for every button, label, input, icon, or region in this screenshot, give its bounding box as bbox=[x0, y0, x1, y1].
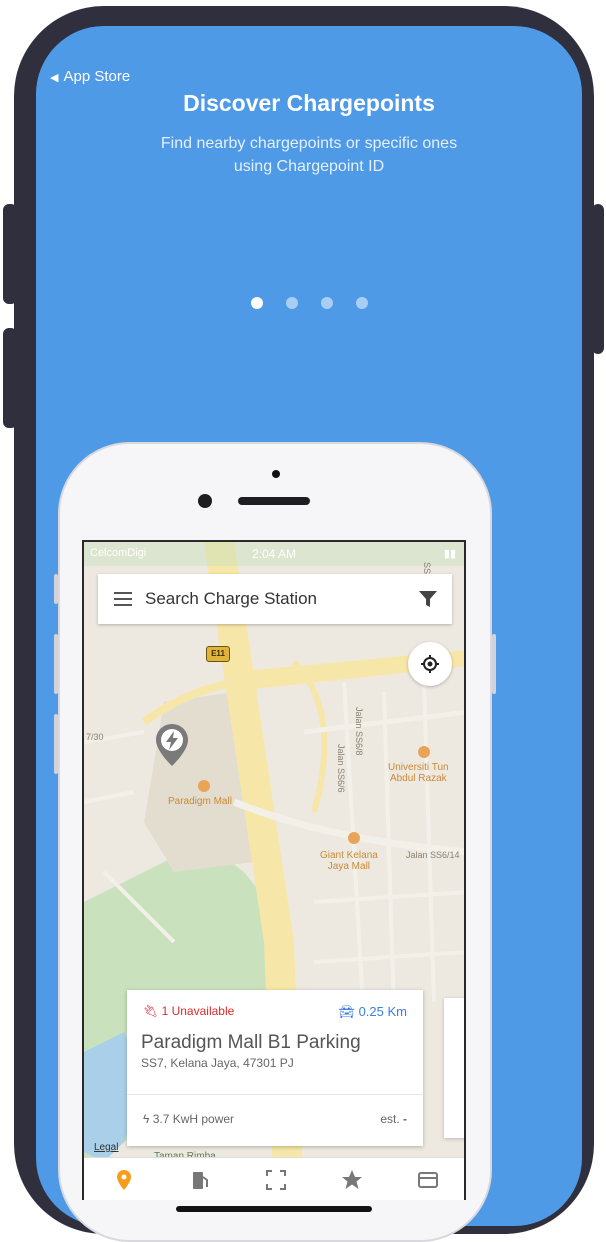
plug-icon: 🔌︎ bbox=[143, 1004, 162, 1018]
crosshair-icon bbox=[421, 655, 439, 673]
power-label: 3.7 KwH power bbox=[152, 1112, 235, 1126]
page-dot-2[interactable] bbox=[285, 297, 298, 309]
card-tab-icon[interactable] bbox=[416, 1168, 440, 1192]
search-input[interactable]: Search Charge Station bbox=[145, 589, 317, 609]
highway-shield: E11 bbox=[206, 646, 230, 662]
availability-label: 1 Unavailable bbox=[161, 1004, 235, 1018]
status-time: 2:04 AM bbox=[251, 547, 297, 561]
station-name: Paradigm Mall B1 Parking bbox=[141, 1032, 361, 1053]
my-location-button[interactable] bbox=[408, 642, 452, 686]
distance-label: 0.25 Km bbox=[358, 1004, 407, 1019]
lightning-icon: ϟ bbox=[143, 1112, 153, 1126]
status-bar: CelcomDigi 2:04 AM ▮▮ bbox=[84, 542, 464, 566]
est-label: est. bbox=[380, 1112, 400, 1126]
page-indicator[interactable] bbox=[36, 297, 582, 309]
mockup-side-button bbox=[54, 714, 58, 774]
onboarding-subtitle: Find nearby chargepoints or specific one… bbox=[160, 135, 458, 175]
map-pin-tab-icon[interactable] bbox=[112, 1168, 136, 1192]
battery-icon: ▮▮ bbox=[443, 548, 456, 560]
scan-tab-icon[interactable] bbox=[264, 1168, 288, 1192]
page-dot-3[interactable] bbox=[320, 297, 333, 309]
road-label: Jalan SS6/14 bbox=[406, 850, 460, 860]
page-dot-1[interactable] bbox=[250, 297, 263, 309]
road-label: Jalan SS6/8 bbox=[354, 707, 364, 756]
back-link-label: App Store bbox=[63, 68, 131, 85]
search-bar[interactable]: Search Charge Station bbox=[98, 574, 452, 624]
charger-pin-icon[interactable] bbox=[156, 724, 188, 766]
page-dot-4[interactable] bbox=[355, 297, 368, 309]
home-indicator[interactable] bbox=[176, 1206, 372, 1212]
charger-tab-icon[interactable] bbox=[188, 1168, 212, 1192]
back-arrow-icon: ◀ bbox=[50, 72, 59, 84]
station-address: SS7, Kelana Jaya, 47301 PJ bbox=[141, 1056, 294, 1070]
shop-poi-icon bbox=[418, 746, 430, 758]
station-card[interactable]: 🔌︎ 1 Unavailable 🚘︎ 0.25 Km Paradigm Mal… bbox=[127, 990, 423, 1146]
device-button-volume-up bbox=[3, 204, 17, 304]
car-icon: 🚘︎ bbox=[338, 1004, 359, 1019]
legal-link[interactable]: Legal bbox=[94, 1142, 118, 1153]
mockup-camera bbox=[198, 494, 212, 508]
card-divider bbox=[127, 1094, 423, 1095]
device-button-volume-down bbox=[3, 328, 17, 428]
star-tab-icon[interactable] bbox=[340, 1168, 364, 1192]
est-value: - bbox=[403, 1112, 407, 1126]
next-station-card-peek[interactable] bbox=[444, 998, 464, 1138]
mall-poi-icon bbox=[198, 780, 210, 792]
hamburger-menu-icon[interactable] bbox=[114, 592, 132, 606]
mockup-side-button bbox=[54, 634, 58, 694]
onboarding-title: Discover Chargepoints bbox=[183, 90, 435, 116]
mockup-side-button bbox=[54, 574, 58, 604]
back-to-app-store-link[interactable]: ◀ App Store bbox=[50, 68, 130, 85]
tab-bar bbox=[84, 1157, 464, 1200]
mockup-sensor bbox=[272, 470, 280, 478]
station-estimate: est. - bbox=[380, 1112, 407, 1126]
availability-status: 🔌︎ 1 Unavailable bbox=[143, 1004, 234, 1018]
distance: 🚘︎ 0.25 Km bbox=[338, 1004, 407, 1020]
app-screen: CelcomDigi 2:04 AM ▮▮ E11 7/30 SS4B/1 Ja… bbox=[82, 540, 466, 1200]
device-button-power bbox=[592, 204, 604, 354]
station-power: ϟ 3.7 KwH power bbox=[143, 1112, 234, 1126]
road-label: Jalan SS6/6 bbox=[336, 744, 346, 793]
poi-label-paradigm-mall[interactable]: Paradigm Mall bbox=[168, 796, 232, 807]
mockup-side-button bbox=[492, 634, 496, 694]
poi-label-universiti[interactable]: Universiti Tun Abdul Razak bbox=[388, 762, 449, 784]
poi-label-giant[interactable]: Giant Kelana Jaya Mall bbox=[320, 850, 378, 872]
mall-poi-icon bbox=[348, 832, 360, 844]
mockup-earpiece bbox=[238, 497, 310, 505]
road-label: 7/30 bbox=[86, 732, 104, 742]
filter-icon[interactable] bbox=[418, 589, 438, 609]
